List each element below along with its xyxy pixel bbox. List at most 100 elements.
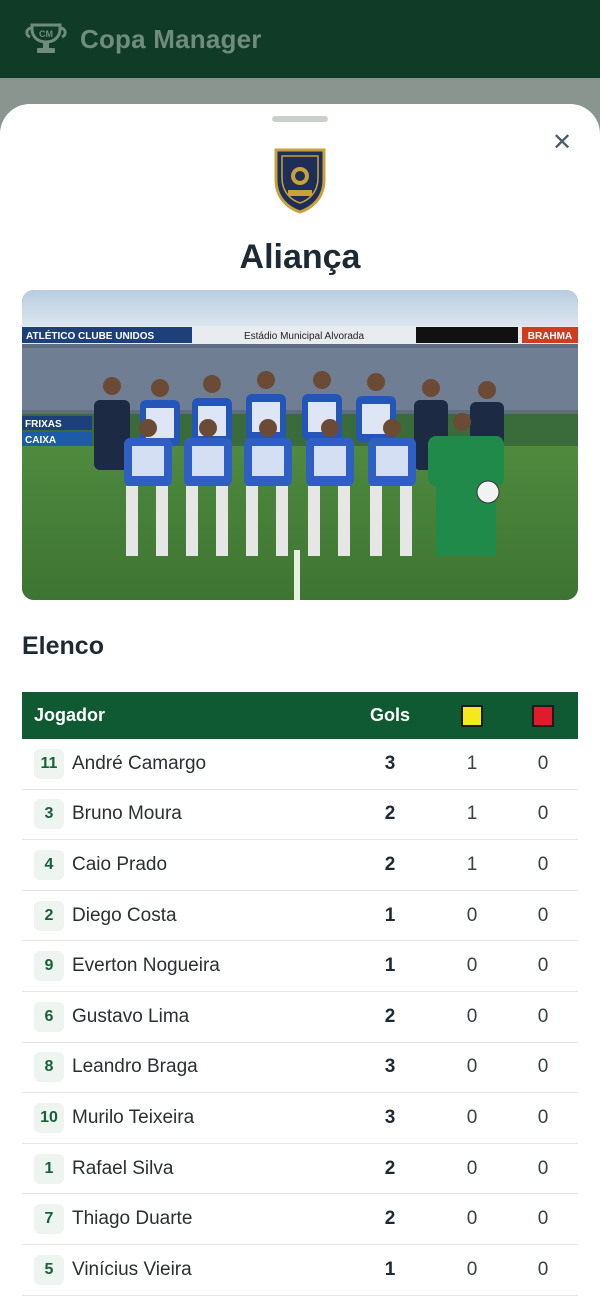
goals-value: 3 <box>384 1106 396 1128</box>
club-crest-icon <box>274 148 326 214</box>
team-photo: ATLÉTICO CLUBE UNIDOS Estádio Municipal … <box>22 290 578 600</box>
header-goals[interactable]: Gols <box>344 705 436 726</box>
banner-center-text: Estádio Municipal Alvorada <box>244 331 365 342</box>
player-name: Rafael Silva <box>72 1157 174 1179</box>
table-row[interactable]: 5 Vinícius Vieira 1 0 0 <box>22 1245 578 1296</box>
table-row[interactable]: 11 André Camargo 3 1 0 <box>22 739 578 790</box>
player-cell: 11 André Camargo <box>22 748 344 779</box>
shirt-number-badge: 5 <box>34 1254 64 1285</box>
player-cell: 2 Diego Costa <box>22 900 344 931</box>
table-row[interactable]: 9 Everton Nogueira 1 0 0 <box>22 941 578 992</box>
ad-left-text: CAIXA <box>25 435 56 446</box>
app-title: Copa Manager <box>80 23 262 54</box>
player-name: Caio Prado <box>72 853 168 875</box>
team-photo-illustration: ATLÉTICO CLUBE UNIDOS Estádio Municipal … <box>22 290 578 600</box>
red-cards-value: 0 <box>537 853 549 875</box>
table-row[interactable]: 3 Bruno Moura 2 1 0 <box>22 790 578 841</box>
shirt-number-badge: 2 <box>34 900 64 931</box>
goals-value: 2 <box>384 803 396 825</box>
header-player[interactable]: Jogador <box>22 705 344 726</box>
table-row[interactable]: 8 Leandro Braga 3 0 0 <box>22 1043 578 1094</box>
red-cards-value: 0 <box>537 1157 549 1179</box>
banner-right-text: BRAHMA <box>528 331 572 342</box>
roster-header-row: Jogador Gols <box>22 692 578 739</box>
player-name: Bruno Moura <box>72 803 182 825</box>
player-name: Diego Costa <box>72 904 177 926</box>
red-cards-value: 0 <box>537 1258 549 1280</box>
red-cards-value: 0 <box>537 1005 549 1027</box>
red-cards-value: 0 <box>537 1056 549 1078</box>
player-name: Thiago Duarte <box>72 1208 193 1230</box>
yellow-cards-value: 0 <box>466 1157 478 1179</box>
goals-value: 2 <box>384 1157 396 1179</box>
roster-table: Jogador Gols 11 André Camargo 3 1 0 3 Bruno Mo… <box>22 692 578 1296</box>
player-cell: 8 Leandro Braga <box>22 1052 344 1083</box>
player-name: Vinícius Vieira <box>72 1258 192 1280</box>
player-cell: 7 Thiago Duarte <box>22 1204 344 1235</box>
goals-value: 1 <box>384 955 396 977</box>
table-row[interactable]: 1 Rafael Silva 2 0 0 <box>22 1144 578 1195</box>
table-row[interactable]: 7 Thiago Duarte 2 0 0 <box>22 1194 578 1245</box>
header-red-cards[interactable] <box>508 704 578 727</box>
player-name: Murilo Teixeira <box>72 1106 195 1128</box>
player-cell: 1 Rafael Silva <box>22 1153 344 1184</box>
player-name: Everton Nogueira <box>72 955 220 977</box>
trophy-icon: CM <box>25 23 67 53</box>
goals-value: 1 <box>384 1258 396 1280</box>
shirt-number-badge: 1 <box>34 1153 64 1184</box>
svg-text:CM: CM <box>39 29 53 39</box>
red-cards-value: 0 <box>537 1208 549 1230</box>
red-cards-value: 0 <box>537 955 549 977</box>
red-cards-value: 0 <box>537 752 549 774</box>
shirt-number-badge: 7 <box>34 1204 64 1235</box>
shirt-number-badge: 11 <box>34 748 64 779</box>
goals-value: 2 <box>384 1005 396 1027</box>
player-cell: 10 Murilo Teixeira <box>22 1102 344 1133</box>
red-cards-value: 0 <box>537 1106 549 1128</box>
close-icon: ✕ <box>551 128 573 156</box>
goals-value: 2 <box>384 853 396 875</box>
app-header: CM Copa Manager <box>0 0 600 78</box>
yellow-cards-value: 0 <box>466 1005 478 1027</box>
header-yellow-cards[interactable] <box>436 704 508 727</box>
red-cards-value: 0 <box>537 803 549 825</box>
goals-value: 1 <box>384 904 396 926</box>
yellow-cards-value: 0 <box>466 904 478 926</box>
yellow-cards-value: 0 <box>466 1258 478 1280</box>
player-cell: 3 Bruno Moura <box>22 799 344 830</box>
player-name: André Camargo <box>72 752 207 774</box>
yellow-card-icon <box>461 704 483 727</box>
player-name: Leandro Braga <box>72 1056 198 1078</box>
yellow-cards-value: 1 <box>466 803 478 825</box>
yellow-cards-value: 0 <box>466 1106 478 1128</box>
team-details-sheet: ✕ Aliança ATLÉTICO CLUBE UNIDOS Estádio … <box>0 104 600 1300</box>
yellow-cards-value: 0 <box>466 1208 478 1230</box>
shirt-number-badge: 9 <box>34 951 64 982</box>
yellow-cards-value: 0 <box>466 1056 478 1078</box>
table-row[interactable]: 6 Gustavo Lima 2 0 0 <box>22 992 578 1043</box>
yellow-cards-value: 1 <box>466 752 478 774</box>
shirt-number-badge: 6 <box>34 1001 64 1032</box>
yellow-cards-value: 0 <box>466 955 478 977</box>
player-cell: 6 Gustavo Lima <box>22 1001 344 1032</box>
red-card-icon <box>532 704 554 727</box>
player-cell: 9 Everton Nogueira <box>22 951 344 982</box>
player-name: Gustavo Lima <box>72 1005 190 1027</box>
player-cell: 5 Vinícius Vieira <box>22 1254 344 1285</box>
goals-value: 3 <box>384 752 396 774</box>
goals-value: 2 <box>384 1208 396 1230</box>
team-name: Aliança <box>239 238 361 276</box>
table-row[interactable]: 2 Diego Costa 1 0 0 <box>22 891 578 942</box>
table-row[interactable]: 10 Murilo Teixeira 3 0 0 <box>22 1093 578 1144</box>
sheet-grabber[interactable] <box>272 116 328 122</box>
shirt-number-badge: 10 <box>34 1102 64 1133</box>
table-row[interactable]: 4 Caio Prado 2 1 0 <box>22 840 578 891</box>
banner-left-text: ATLÉTICO CLUBE UNIDOS <box>26 329 154 342</box>
close-button[interactable]: ✕ <box>548 128 576 156</box>
ad-left-text-2: FRIXAS <box>25 419 62 430</box>
red-cards-value: 0 <box>537 904 549 926</box>
player-cell: 4 Caio Prado <box>22 849 344 880</box>
yellow-cards-value: 1 <box>466 853 478 875</box>
goals-value: 3 <box>384 1056 396 1078</box>
shirt-number-badge: 4 <box>34 849 64 880</box>
